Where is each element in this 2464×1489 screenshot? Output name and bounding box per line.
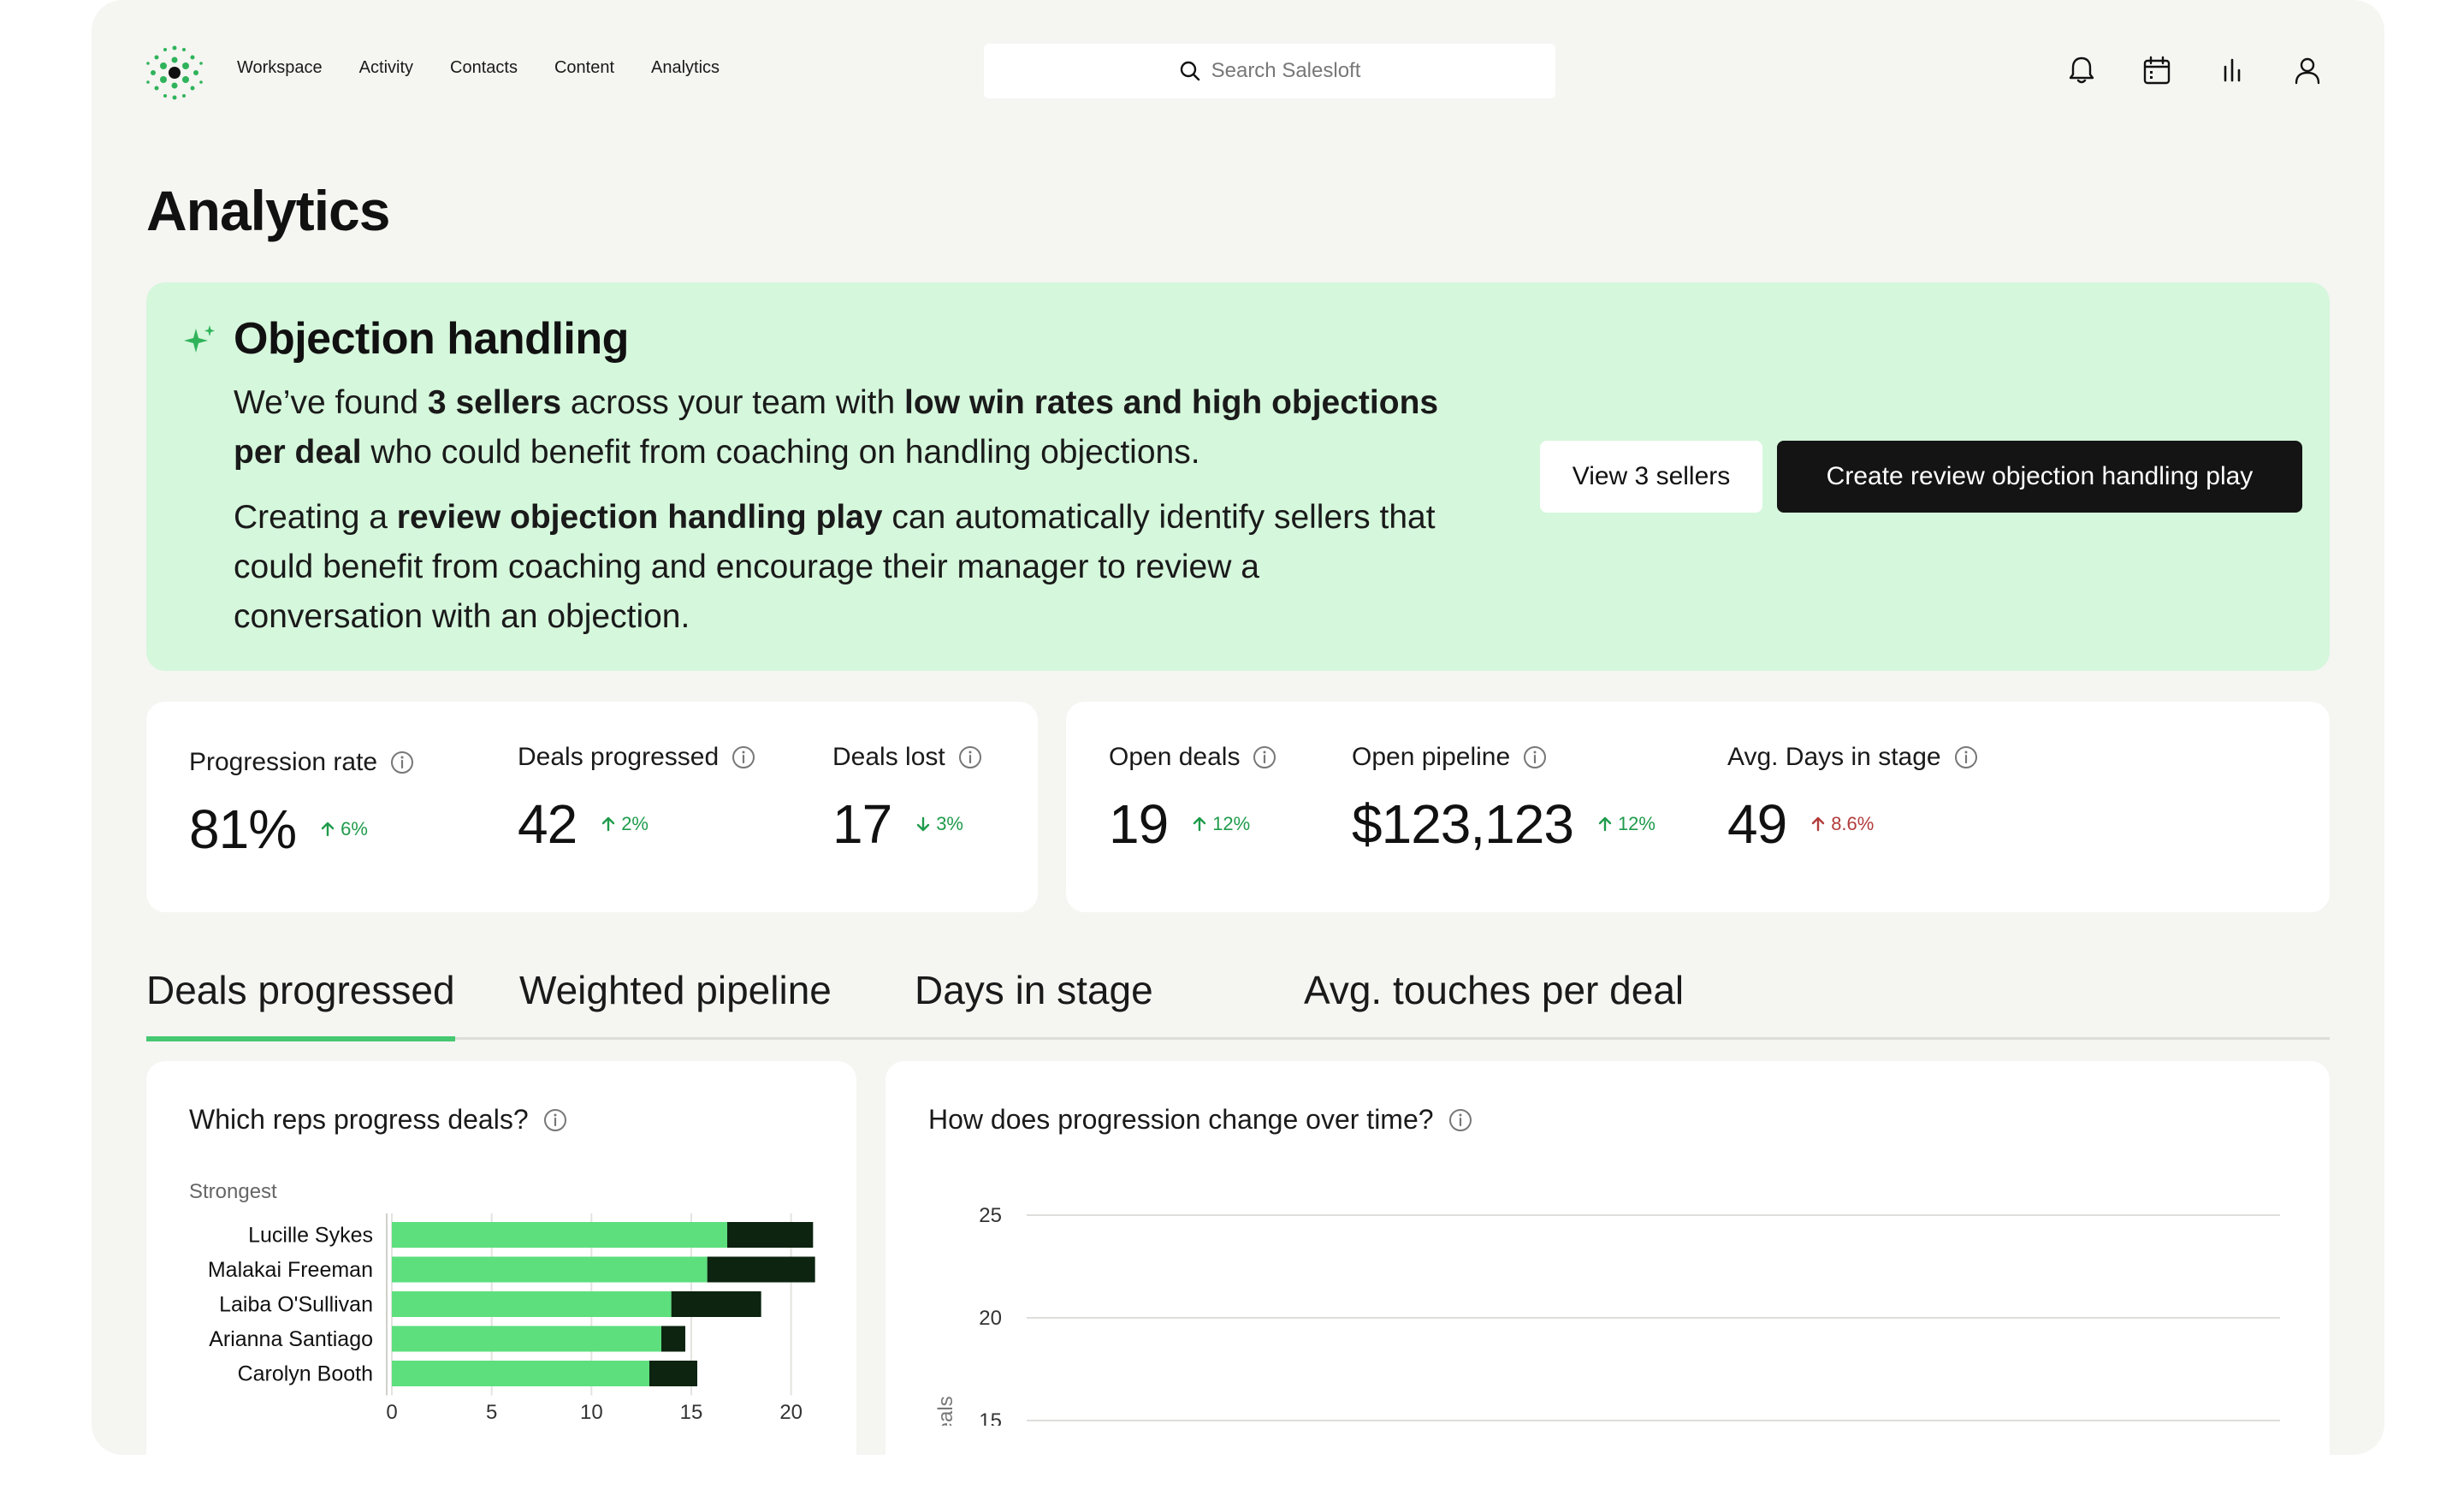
arrow-up-icon	[1193, 816, 1206, 832]
metric-delta: 12%	[1190, 813, 1250, 835]
calendar-icon[interactable]	[2140, 53, 2174, 87]
metric-label: Open deals	[1109, 743, 1241, 771]
x-tick-label: 20	[779, 1401, 803, 1424]
info-icon[interactable]	[389, 750, 415, 775]
y-tick-label: 20	[979, 1307, 1002, 1330]
search-icon	[1180, 61, 1199, 81]
y-tick-label: 15	[979, 1409, 1002, 1426]
metric-delta: 6%	[318, 818, 368, 840]
x-tick-label: 0	[386, 1401, 397, 1424]
metric-open-pipeline: Open pipeline $123,123 12%	[1352, 743, 1656, 856]
tab-deals-progressed[interactable]: Deals progressed	[146, 967, 455, 1041]
group-label: Strongest	[189, 1180, 277, 1203]
bar-segment	[392, 1291, 672, 1317]
nav-item-activity[interactable]: Activity	[359, 58, 413, 78]
metric-delta: 12%	[1596, 813, 1656, 835]
create-play-button[interactable]: Create review objection handling play	[1777, 441, 2302, 513]
metric-label: Open pipeline	[1352, 743, 1511, 771]
insight-banner: Objection handling We’ve found 3 sellers…	[146, 282, 2330, 671]
view-sellers-button[interactable]: View 3 sellers	[1540, 441, 1762, 513]
metric-deals-progressed: Deals progressed 42 2%	[518, 743, 756, 856]
metric-delta: 2%	[599, 813, 649, 835]
bar-segment	[392, 1222, 727, 1248]
bar-segment	[661, 1326, 685, 1352]
progression-line-chart: 25 20 15 deals	[934, 1204, 2280, 1426]
bar-segment	[671, 1291, 761, 1317]
metric-value: 49	[1727, 793, 1787, 855]
tab-weighted-pipeline[interactable]: Weighted pipeline	[519, 967, 832, 1013]
reps-bar-chart: Strongest 0 5 10 15 20 Lucille Sykes Malakai Fr…	[189, 1180, 815, 1424]
arrow-down-icon	[916, 816, 930, 832]
tab-days-in-stage[interactable]: Days in stage	[915, 967, 1153, 1013]
y-axis-label: deals	[934, 1396, 957, 1426]
category-label: Lucille Sykes	[248, 1223, 373, 1247]
x-tick-label: 10	[580, 1401, 603, 1424]
category-label: Laiba O'Sullivan	[219, 1292, 373, 1316]
metric-label: Progression rate	[189, 748, 378, 776]
nav-item-analytics[interactable]: Analytics	[651, 58, 720, 78]
arrow-up-icon	[1598, 816, 1612, 832]
metric-label: Deals progressed	[518, 743, 720, 771]
chart-card-progression-over-time: How does progression change over time? 2…	[886, 1061, 2330, 1489]
chart-card-reps: Which reps progress deals? Strongest 0 5 10…	[146, 1061, 856, 1489]
metrics-card-progression: Progression rate 81% 6% Deals progressed …	[146, 702, 1038, 912]
y-tick-label: 25	[979, 1204, 1002, 1227]
tab-avg-touches-per-deal[interactable]: Avg. touches per deal	[1304, 967, 1684, 1013]
bell-icon[interactable]	[2064, 53, 2099, 87]
salesloft-logo-icon[interactable]	[145, 43, 204, 103]
category-label: Carolyn Booth	[238, 1361, 373, 1385]
arrow-up-icon	[601, 816, 615, 832]
metric-avg-days-in-stage: Avg. Days in stage 49 8.6%	[1727, 743, 1979, 856]
info-icon[interactable]	[731, 744, 756, 770]
bar-segment	[392, 1256, 708, 1283]
header-actions	[2064, 53, 2325, 87]
metric-delta: 8.6%	[1809, 813, 1874, 835]
metric-open-deals: Open deals 19 12%	[1109, 743, 1277, 856]
bar-chart-icon[interactable]	[2215, 53, 2249, 87]
metric-delta: 3%	[914, 813, 963, 835]
metric-deals-lost: Deals lost 17 3%	[832, 743, 983, 856]
x-tick-label: 15	[680, 1401, 703, 1424]
bar-segment	[392, 1326, 661, 1352]
metrics-card-pipeline: Open deals 19 12% Open pipeline $123,123 1…	[1066, 702, 2330, 912]
info-icon[interactable]	[1953, 744, 1979, 770]
x-tick-label: 5	[486, 1401, 497, 1424]
info-icon[interactable]	[1522, 744, 1548, 770]
search-input[interactable]: Search Salesloft	[984, 44, 1555, 98]
user-icon[interactable]	[2290, 53, 2325, 87]
chart-tabs: Deals progressed Weighted pipeline Days …	[146, 967, 2330, 1041]
search-placeholder: Search Salesloft	[1211, 59, 1361, 82]
main-nav: Workspace Activity Contacts Content Anal…	[237, 58, 756, 78]
metric-value: 17	[832, 793, 892, 855]
arrow-up-icon	[1811, 816, 1825, 832]
insight-paragraph-1: We’ve found 3 sellers across your team w…	[234, 384, 1439, 471]
sparkle-icon	[184, 325, 215, 353]
metric-value: $123,123	[1352, 793, 1574, 855]
app-window: Workspace Activity Contacts Content Anal…	[92, 0, 2384, 1489]
bar-segment	[707, 1256, 815, 1283]
page-title: Analytics	[146, 179, 390, 242]
metric-label: Deals lost	[832, 743, 945, 771]
bar-segment	[649, 1361, 697, 1386]
insight-paragraph-2: Creating a review objection handling pla…	[234, 499, 1436, 635]
metric-value: 81%	[189, 798, 297, 860]
insight-title: Objection handling	[234, 314, 629, 364]
arrow-up-icon	[321, 822, 335, 837]
metric-label: Avg. Days in stage	[1727, 743, 1941, 771]
metric-progression-rate: Progression rate 81% 6%	[189, 748, 415, 861]
category-label: Arianna Santiago	[209, 1327, 373, 1351]
info-icon[interactable]	[1252, 744, 1277, 770]
nav-item-content[interactable]: Content	[554, 58, 614, 78]
metric-value: 42	[518, 793, 578, 855]
nav-item-workspace[interactable]: Workspace	[237, 58, 323, 78]
bar-segment	[727, 1222, 814, 1248]
info-icon[interactable]	[957, 744, 983, 770]
bar-segment	[392, 1361, 649, 1386]
metric-value: 19	[1109, 793, 1169, 855]
insight-body: We’ve found 3 sellers across your team w…	[234, 378, 1448, 657]
nav-item-contacts[interactable]: Contacts	[450, 58, 518, 78]
category-label: Malakai Freeman	[208, 1258, 373, 1282]
